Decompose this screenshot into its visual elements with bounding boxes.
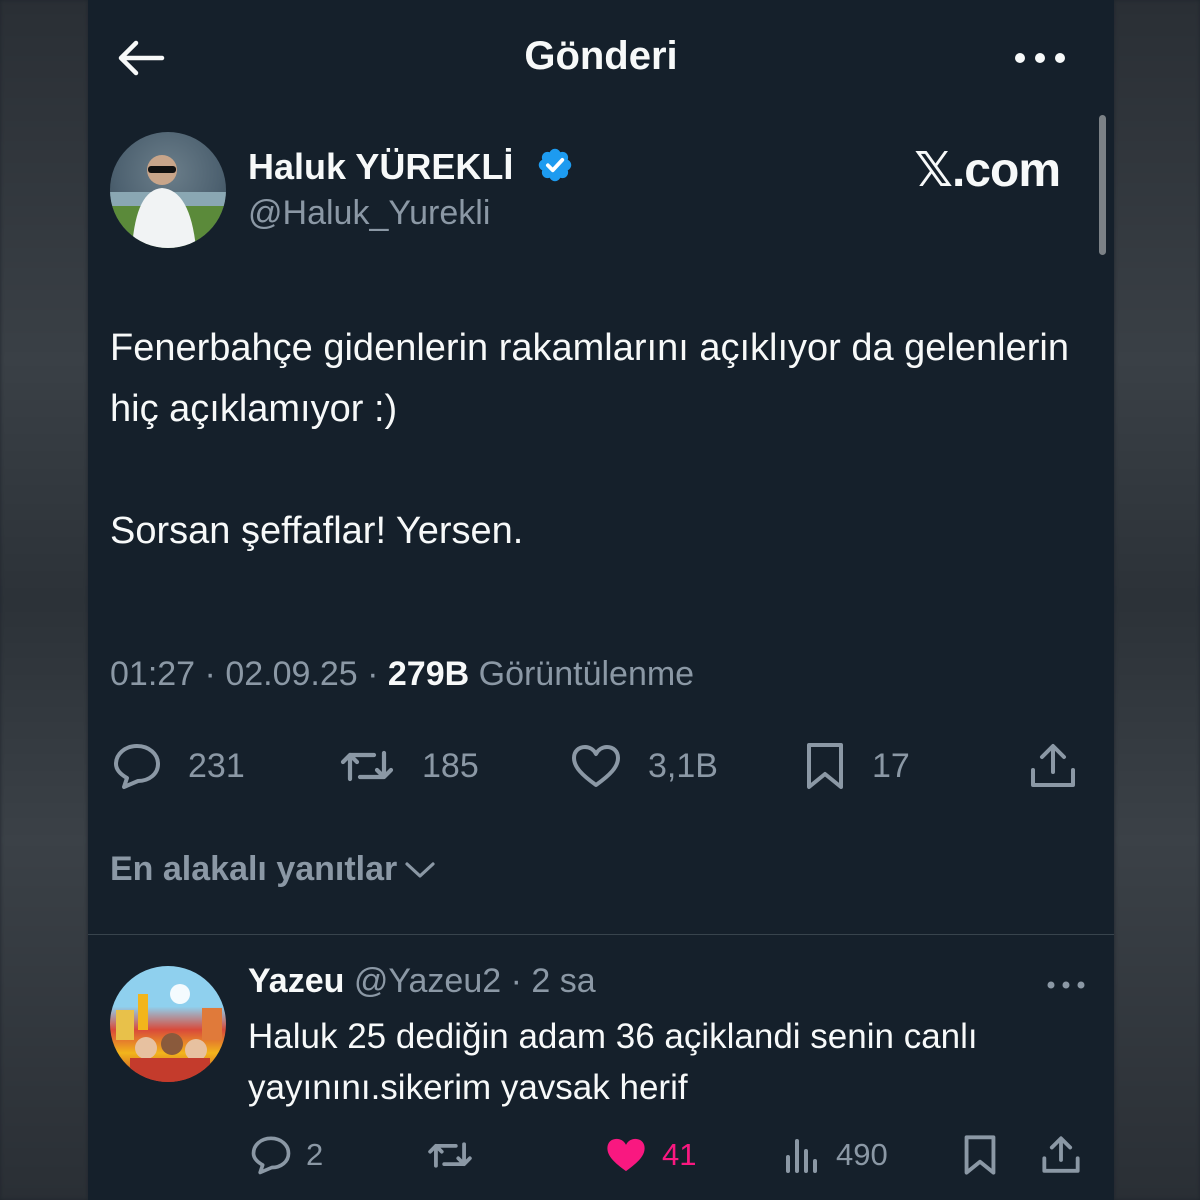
bookmark-count: 17	[872, 746, 910, 785]
author-handle[interactable]: @Haluk_Yurekli	[248, 194, 490, 233]
repost-count: 185	[422, 746, 479, 785]
reply-bookmark-button[interactable]	[962, 1134, 1012, 1176]
author-avatar[interactable]	[110, 132, 226, 248]
share-button[interactable]	[1028, 740, 1104, 792]
divider	[88, 934, 1114, 935]
reply-share-button[interactable]	[1040, 1134, 1096, 1176]
bookmark-icon	[807, 743, 843, 789]
reply-views-button[interactable]: 490	[784, 1134, 888, 1176]
repost-button[interactable]: 185	[338, 740, 479, 792]
reply-author-handle[interactable]: @Yazeu2	[354, 962, 501, 1000]
reply-header: Yazeu @Yazeu2 · 2 sa	[248, 962, 596, 1000]
reply-text: Haluk 25 dediğin adam 36 açiklandi senin…	[248, 1017, 978, 1107]
heart-filled-icon	[607, 1138, 645, 1172]
reply-icon	[251, 1136, 291, 1175]
reply-reply-count: 2	[306, 1137, 324, 1172]
more-options-icon[interactable]	[1014, 44, 1066, 72]
like-button[interactable]: 3,1B	[570, 740, 718, 792]
reply-age[interactable]: 2 sa	[531, 962, 595, 1000]
reply-repost-button[interactable]	[426, 1134, 488, 1176]
tweet-text: Fenerbahçe gidenlerin rakamlarını açıklı…	[110, 318, 1070, 562]
reply-like-count: 41	[662, 1137, 697, 1172]
views-count: 279B	[387, 655, 470, 693]
analytics-icon	[786, 1139, 817, 1173]
tweet-time[interactable]: 01:27	[110, 655, 195, 693]
scrollbar[interactable]	[1099, 115, 1106, 255]
repost-icon	[428, 1142, 472, 1168]
page-title: Gönderi	[524, 34, 678, 78]
tweet-meta: 01:27 · 02.09.25 · 279B Görüntülenme	[110, 655, 695, 693]
post-detail-panel: Gönderi Haluk YÜREKLİ @Haluk_Yurekli 𝕏.c…	[88, 0, 1114, 1200]
heart-icon	[572, 745, 620, 787]
share-icon	[1042, 1136, 1080, 1173]
reply-views-count: 490	[836, 1137, 888, 1172]
author-name[interactable]: Haluk YÜREKLİ	[248, 146, 513, 188]
repost-icon	[340, 750, 394, 782]
blurred-background-right	[1114, 0, 1200, 1200]
reply-reply-button[interactable]: 2	[250, 1134, 323, 1176]
tweet-paragraph: Fenerbahçe gidenlerin rakamlarını açıklı…	[110, 327, 1069, 430]
reply-more-options-icon[interactable]	[1046, 976, 1086, 994]
reply-icon	[114, 744, 160, 789]
x-com-watermark: 𝕏.com	[914, 144, 1061, 197]
bookmark-icon	[964, 1135, 996, 1175]
top-bar: Gönderi	[88, 0, 1114, 115]
bookmark-button[interactable]: 17	[804, 740, 910, 792]
chevron-down-icon	[405, 861, 435, 878]
share-icon	[1031, 744, 1075, 787]
blurred-background-left	[0, 0, 88, 1200]
reply-like-button[interactable]: 41	[604, 1134, 696, 1176]
tweet-paragraph: Sorsan şeffaflar! Yersen.	[110, 510, 524, 552]
views-label: Görüntülenme	[478, 655, 695, 693]
reply-count: 231	[188, 746, 245, 785]
tweet-date[interactable]: 02.09.25	[225, 655, 357, 693]
like-count: 3,1B	[648, 746, 718, 785]
reply-button[interactable]: 231	[112, 740, 245, 792]
replies-sort-dropdown[interactable]: En alakalı yanıtlar	[110, 850, 437, 889]
verified-badge-icon	[538, 148, 572, 182]
reply-author-name[interactable]: Yazeu	[248, 962, 344, 1000]
replies-sort-label: En alakalı yanıtlar	[110, 850, 398, 888]
reply-avatar[interactable]	[110, 966, 226, 1082]
